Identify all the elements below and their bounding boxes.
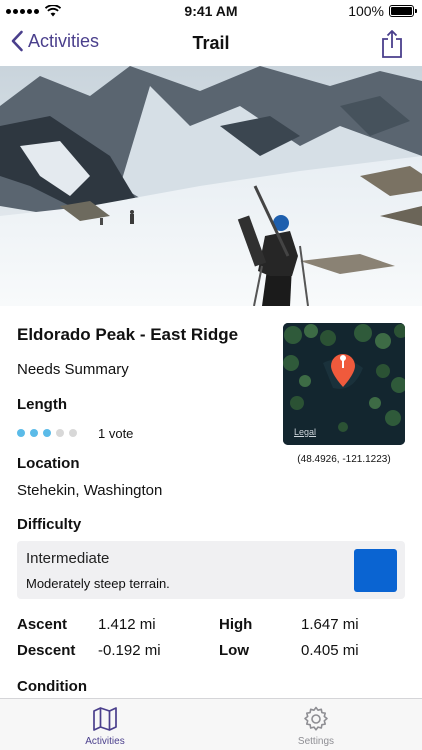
descent-label: Descent: [17, 642, 76, 659]
share-icon[interactable]: [380, 29, 404, 59]
difficulty-card: Intermediate Moderately steep terrain.: [17, 541, 405, 599]
condition-heading: Condition: [17, 678, 87, 695]
difficulty-heading: Difficulty: [17, 516, 82, 533]
battery-percent: 100%: [348, 3, 384, 19]
map-legal-link[interactable]: Legal: [294, 427, 316, 437]
trail-details: Eldorado Peak - East Ridge Needs Summary…: [0, 306, 422, 698]
trail-photo: [0, 66, 422, 306]
ascent-label: Ascent: [17, 616, 68, 633]
tab-settings[interactable]: Settings: [276, 706, 356, 747]
mountain-skier-illustration: [0, 66, 422, 306]
low-value: 0.405 mi: [301, 642, 359, 659]
tab-activities-label: Activities: [85, 736, 125, 747]
trail-summary: Needs Summary: [17, 361, 129, 378]
rating-dots: [17, 429, 77, 437]
page-title: Trail: [192, 33, 230, 53]
length-heading: Length: [17, 396, 67, 413]
location-heading: Location: [17, 455, 80, 472]
navigation-bar: Activities Trail: [0, 22, 422, 66]
rating-dot-filled: [17, 429, 25, 437]
difficulty-color-swatch: [354, 549, 397, 592]
high-label: High: [219, 616, 253, 633]
gear-icon: [304, 706, 328, 731]
map-coordinates: (48.4926, -121.1223): [297, 454, 391, 465]
rating-dot-empty: [56, 429, 64, 437]
rating-dot-empty: [69, 429, 77, 437]
map-icon: [93, 707, 117, 731]
low-label: Low: [219, 642, 249, 659]
battery-icon: [389, 5, 417, 17]
rating-dot-filled: [30, 429, 38, 437]
tab-activities[interactable]: Activities: [65, 706, 145, 747]
rating-dot-filled: [43, 429, 51, 437]
descent-value: -0.192 mi: [98, 642, 161, 659]
map-pin-icon: [331, 354, 355, 387]
location-value: Stehekin, Washington: [17, 482, 163, 499]
difficulty-description: Moderately steep terrain.: [26, 576, 170, 591]
trail-name: Eldorado Peak - East Ridge: [17, 325, 239, 344]
high-value: 1.647 mi: [301, 616, 359, 633]
status-bar: 9:41 AM 100%: [0, 0, 422, 22]
difficulty-level: Intermediate: [26, 550, 110, 567]
vote-count: 1 vote: [98, 426, 134, 441]
ascent-value: 1.412 mi: [98, 616, 156, 633]
tab-bar: Activities Settings: [0, 698, 422, 750]
map-thumbnail[interactable]: Legal: [283, 323, 405, 445]
tab-settings-label: Settings: [297, 736, 335, 747]
